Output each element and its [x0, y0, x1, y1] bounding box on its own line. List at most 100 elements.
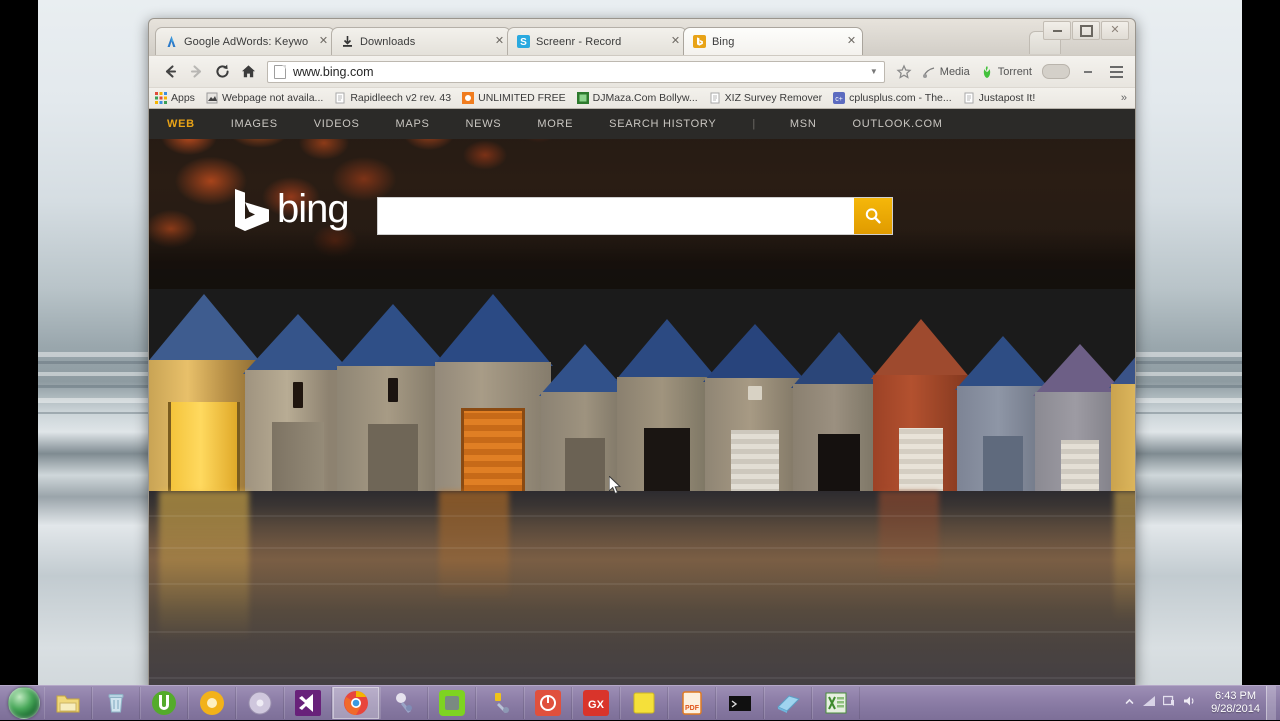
taskbar-item-green-app[interactable] — [428, 687, 476, 719]
generic-page-icon — [334, 92, 346, 104]
star-icon[interactable] — [891, 59, 917, 85]
bing-nav-news[interactable]: NEWS — [466, 118, 502, 130]
bing-nav-outlook[interactable]: OUTLOOK.COM — [852, 118, 942, 130]
boathouse — [703, 324, 807, 494]
grey-pill-icon — [1042, 64, 1070, 79]
taskbar-item-screenr[interactable] — [380, 687, 428, 719]
close-icon[interactable]: ✕ — [845, 35, 858, 48]
reflection-gold — [1114, 491, 1135, 621]
browser-tab[interactable]: Downloads ✕ — [331, 27, 511, 55]
bookmark-item[interactable]: UNLIMITED FREE — [462, 92, 566, 104]
extension-overflow-icon[interactable] — [1075, 59, 1101, 85]
url-text: www.bing.com — [293, 64, 374, 79]
volume-icon[interactable] — [1183, 694, 1197, 712]
taskbar-item-cleaner[interactable] — [92, 687, 140, 719]
close-icon[interactable]: ✕ — [493, 35, 506, 48]
taskbar-item-explorer[interactable] — [44, 687, 92, 719]
bing-nav-search-history[interactable]: SEARCH HISTORY — [609, 118, 716, 130]
taskbar-item-media-player[interactable] — [236, 687, 284, 719]
address-bar[interactable]: www.bing.com ▼ — [267, 60, 885, 83]
taskbar-item-pdf[interactable]: PDF — [668, 687, 716, 719]
taskbar-item-visual-studio[interactable] — [284, 687, 332, 719]
taskbar-item-excel[interactable] — [812, 687, 860, 719]
extension-label: Media — [939, 65, 970, 78]
bing-nav-videos[interactable]: VIDEOS — [314, 118, 360, 130]
bookmarks-bar: Apps Webpage not availa... Rapidleech v2… — [149, 87, 1135, 109]
close-icon[interactable]: ✕ — [317, 35, 330, 48]
bing-nav-images[interactable]: IMAGES — [231, 118, 278, 130]
bing-nav-bar: WEB IMAGES VIDEOS MAPS NEWS MORE SEARCH … — [149, 109, 1135, 139]
bookmark-item[interactable]: Rapidleech v2 rev. 43 — [334, 92, 451, 104]
taskbar-item-wrench[interactable] — [476, 687, 524, 719]
search-button[interactable] — [854, 198, 892, 234]
red-power-icon — [535, 690, 561, 716]
minimize-icon[interactable] — [1043, 21, 1071, 40]
browser-tab-active[interactable]: Bing ✕ — [683, 27, 863, 55]
cpp-icon: c+ — [833, 92, 846, 104]
close-icon[interactable]: ✕ — [1101, 21, 1129, 40]
bookmark-item[interactable]: DJMaza.Com Bollyw... — [576, 92, 698, 104]
yellow-note-icon — [631, 690, 657, 716]
reflection-gold — [159, 491, 249, 641]
hidden-icons-chevron[interactable] — [1124, 694, 1135, 712]
taskbar-item-utorrent[interactable] — [140, 687, 188, 719]
reload-icon[interactable] — [209, 59, 235, 85]
taskbar-item-sticky-notes[interactable] — [620, 687, 668, 719]
chevron-down-icon[interactable]: ▼ — [870, 67, 878, 76]
taskbar-item-chrome[interactable] — [332, 687, 380, 719]
generic-page-icon — [709, 92, 721, 104]
bookmarks-overflow-icon[interactable]: » — [1121, 92, 1129, 104]
taskbar-clock[interactable]: 6:43 PM 9/28/2014 — [1205, 690, 1266, 716]
blue-sheets-icon — [775, 690, 801, 716]
bookmark-item[interactable]: Webpage not availa... — [206, 92, 323, 104]
bing-logo[interactable]: bing — [233, 187, 350, 231]
gx-red-icon: GX — [583, 690, 609, 716]
hamburger-menu-icon[interactable] — [1105, 61, 1127, 83]
show-desktop-button[interactable] — [1266, 686, 1276, 720]
tab-strip: Google AdWords: Keywo ✕ Downloads ✕ S Sc… — [149, 19, 1135, 55]
close-icon[interactable]: ✕ — [669, 35, 682, 48]
svg-text:S: S — [520, 37, 527, 48]
taskbar-item-gx[interactable]: GX — [572, 687, 620, 719]
bookmark-item[interactable]: XIZ Survey Remover — [709, 92, 822, 104]
bing-nav-more[interactable]: MORE — [537, 118, 573, 130]
start-orb[interactable] — [8, 687, 40, 719]
water-reflection — [149, 491, 1135, 687]
bookmark-item[interactable]: c+ cplusplus.com - The... — [833, 92, 952, 104]
bing-nav-web[interactable]: WEB — [167, 118, 195, 130]
browser-tab[interactable]: Google AdWords: Keywo ✕ — [155, 27, 335, 55]
back-arrow-icon[interactable] — [157, 59, 183, 85]
taskbar-item-power-app[interactable] — [524, 687, 572, 719]
search-input[interactable] — [378, 198, 854, 234]
taskbar-item-blue-docs[interactable] — [764, 687, 812, 719]
mouse-cursor — [608, 474, 623, 501]
folder-icon — [55, 690, 81, 716]
forward-arrow-icon[interactable] — [183, 59, 209, 85]
restore-icon[interactable] — [1072, 21, 1100, 40]
bookmark-label: cplusplus.com - The... — [849, 92, 952, 104]
taskbar-item-chrome-canary[interactable] — [188, 687, 236, 719]
action-center-icon[interactable] — [1162, 694, 1176, 712]
bookmark-apps[interactable]: Apps — [155, 92, 195, 104]
bookmark-label: UNLIMITED FREE — [478, 92, 566, 104]
extension-media[interactable]: Media — [917, 59, 975, 85]
home-icon[interactable] — [235, 59, 261, 85]
bing-nav-maps[interactable]: MAPS — [396, 118, 430, 130]
extension-pill[interactable] — [1037, 59, 1075, 85]
bookmark-label: DJMaza.Com Bollyw... — [592, 92, 698, 104]
chrome-browser-window: Google AdWords: Keywo ✕ Downloads ✕ S Sc… — [148, 18, 1136, 688]
bookmark-item[interactable]: Justapost It! — [963, 92, 1035, 104]
apps-grid-icon — [155, 92, 167, 104]
network-icon[interactable] — [1142, 694, 1156, 712]
bing-search-box[interactable] — [377, 197, 893, 235]
browser-tab[interactable]: S Screenr - Record ✕ — [507, 27, 687, 55]
clock-date: 9/28/2014 — [1211, 703, 1260, 715]
green-square-icon — [576, 92, 589, 104]
taskbar-item-console[interactable] — [716, 687, 764, 719]
extension-torrent[interactable]: Torrent — [975, 59, 1037, 85]
boathouse-gold — [1109, 334, 1135, 494]
generic-page-icon — [963, 92, 975, 104]
bookmark-label: Apps — [171, 92, 195, 104]
bing-nav-msn[interactable]: MSN — [790, 118, 817, 130]
nav-divider: | — [752, 118, 756, 130]
